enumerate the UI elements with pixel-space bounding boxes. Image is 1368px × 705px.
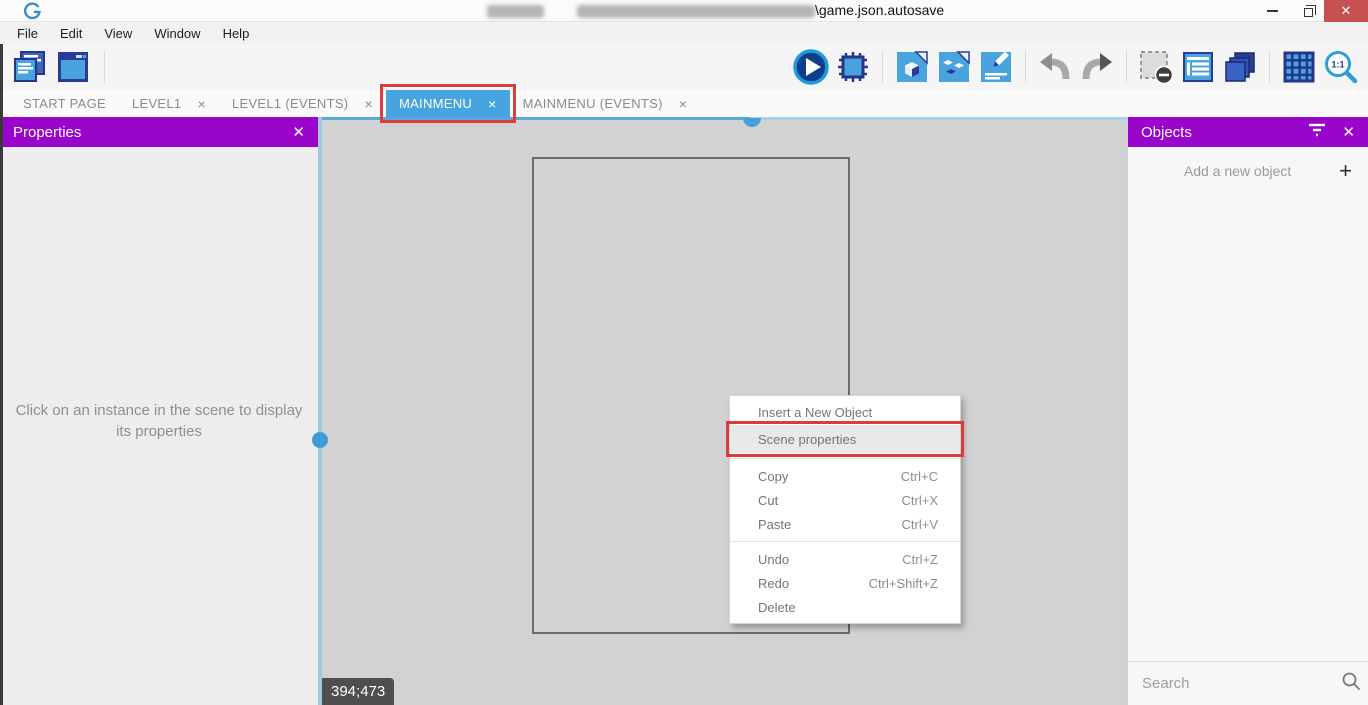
context-menu: Insert a New Object Scene properties Cop… [729, 395, 961, 624]
redacted-path-text [577, 5, 815, 18]
menu-item-redo[interactable]: Redo Ctrl+Shift+Z [730, 571, 960, 595]
menu-item-undo[interactable]: Undo Ctrl+Z [730, 547, 960, 571]
tab-label: START PAGE [23, 96, 106, 111]
title-bar: \game.json.autosave ✕ [0, 0, 1368, 22]
plus-icon[interactable]: + [1339, 158, 1352, 184]
properties-panel: Properties ✕ Click on an instance in the… [0, 117, 318, 705]
play-icon[interactable] [792, 48, 830, 86]
menu-separator [730, 541, 960, 542]
vertical-splitter[interactable] [318, 117, 322, 705]
tab-label: MAINMENU [399, 96, 472, 111]
svg-text:1:1: 1:1 [1331, 60, 1344, 70]
minimize-icon [1267, 10, 1278, 12]
search-row [1128, 661, 1368, 705]
menu-separator [730, 458, 960, 459]
separator [1126, 51, 1127, 83]
add-object-label: Add a new object [1144, 163, 1331, 179]
separator [104, 51, 105, 83]
separator [1025, 51, 1026, 83]
layers-icon[interactable] [1221, 48, 1259, 86]
menu-item-scene-properties[interactable]: Scene properties [730, 425, 960, 453]
menu-file[interactable]: File [6, 23, 49, 44]
debug-icon[interactable] [834, 48, 872, 86]
splitter-handle[interactable] [312, 432, 328, 448]
tab-close-icon[interactable]: × [679, 96, 687, 112]
redo-icon[interactable] [1078, 48, 1116, 86]
close-panel-icon[interactable]: ✕ [292, 123, 305, 141]
restore-button[interactable] [1292, 0, 1324, 22]
tab-bar: START PAGE LEVEL1 × LEVEL1 (EVENTS) × MA… [0, 90, 1368, 117]
add-object-row[interactable]: Add a new object + [1128, 153, 1368, 189]
tab-level1-events[interactable]: LEVEL1 (EVENTS) × [219, 90, 386, 117]
menu-edit[interactable]: Edit [49, 23, 93, 44]
toolbar: 1:1 [0, 44, 1368, 90]
close-icon: ✕ [1341, 3, 1352, 19]
gdevelop-logo-icon [24, 2, 42, 25]
window-edge [0, 44, 3, 705]
gdevelop-window: \game.json.autosave ✕ File Edit View Win… [0, 0, 1368, 705]
objects-panel-header: Objects ✕ [1128, 117, 1368, 147]
menu-help[interactable]: Help [212, 23, 261, 44]
menu-item-copy[interactable]: Copy Ctrl+C [730, 464, 960, 488]
objects-list-icon[interactable] [1179, 48, 1217, 86]
window-title: \game.json.autosave [815, 2, 944, 18]
mask-delete-icon[interactable] [1137, 48, 1175, 86]
close-button[interactable]: ✕ [1324, 0, 1368, 22]
search-icon[interactable] [1341, 671, 1361, 696]
tab-close-icon[interactable]: × [197, 96, 205, 112]
tab-label: LEVEL1 [132, 96, 182, 111]
grid-icon[interactable] [1280, 48, 1318, 86]
menu-view[interactable]: View [93, 23, 143, 44]
close-panel-icon[interactable]: ✕ [1342, 123, 1355, 141]
tab-level1[interactable]: LEVEL1 × [119, 90, 219, 117]
canvas-top-splitter[interactable] [750, 117, 1127, 120]
menu-item-cut[interactable]: Cut Ctrl+X [730, 488, 960, 512]
scene-canvas[interactable]: 394;473 [322, 117, 1127, 705]
objects-editor-icon[interactable] [893, 48, 931, 86]
search-input[interactable] [1142, 675, 1341, 692]
scene-editor-icon[interactable] [54, 48, 92, 86]
tab-mainmenu-events[interactable]: MAINMENU (EVENTS) × [510, 90, 701, 117]
cursor-coordinates-badge: 394;473 [322, 678, 394, 705]
tab-label: MAINMENU (EVENTS) [523, 96, 663, 111]
scene-edit-icon[interactable] [977, 48, 1015, 86]
undo-icon[interactable] [1036, 48, 1074, 86]
tab-close-icon[interactable]: × [364, 96, 372, 112]
separator [1269, 51, 1270, 83]
minimize-button[interactable] [1256, 0, 1288, 22]
menu-item-paste[interactable]: Paste Ctrl+V [730, 512, 960, 536]
menu-window[interactable]: Window [143, 23, 211, 44]
redacted-text [487, 5, 544, 18]
canvas-top-splitter[interactable] [322, 117, 750, 120]
objects-panel: Objects ✕ Add a new object + [1127, 117, 1368, 705]
tab-mainmenu[interactable]: MAINMENU × [386, 90, 510, 117]
menu-bar: File Edit View Window Help [0, 23, 1368, 44]
tab-label: LEVEL1 (EVENTS) [232, 96, 349, 111]
filter-icon[interactable] [1308, 123, 1326, 141]
project-manager-icon[interactable] [10, 48, 48, 86]
restore-icon [1304, 8, 1313, 17]
tab-start-page[interactable]: START PAGE [10, 90, 119, 117]
instances-editor-icon[interactable] [935, 48, 973, 86]
menu-item-delete[interactable]: Delete [730, 595, 960, 619]
properties-panel-title: Properties [13, 124, 81, 141]
tab-close-icon[interactable]: × [488, 96, 496, 112]
zoom-1-1-icon[interactable]: 1:1 [1322, 48, 1360, 86]
menu-item-insert-new-object[interactable]: Insert a New Object [730, 399, 960, 425]
objects-panel-title: Objects [1141, 124, 1192, 141]
properties-panel-header: Properties ✕ [0, 117, 318, 147]
separator [882, 51, 883, 83]
properties-empty-message: Click on an instance in the scene to dis… [9, 400, 309, 442]
